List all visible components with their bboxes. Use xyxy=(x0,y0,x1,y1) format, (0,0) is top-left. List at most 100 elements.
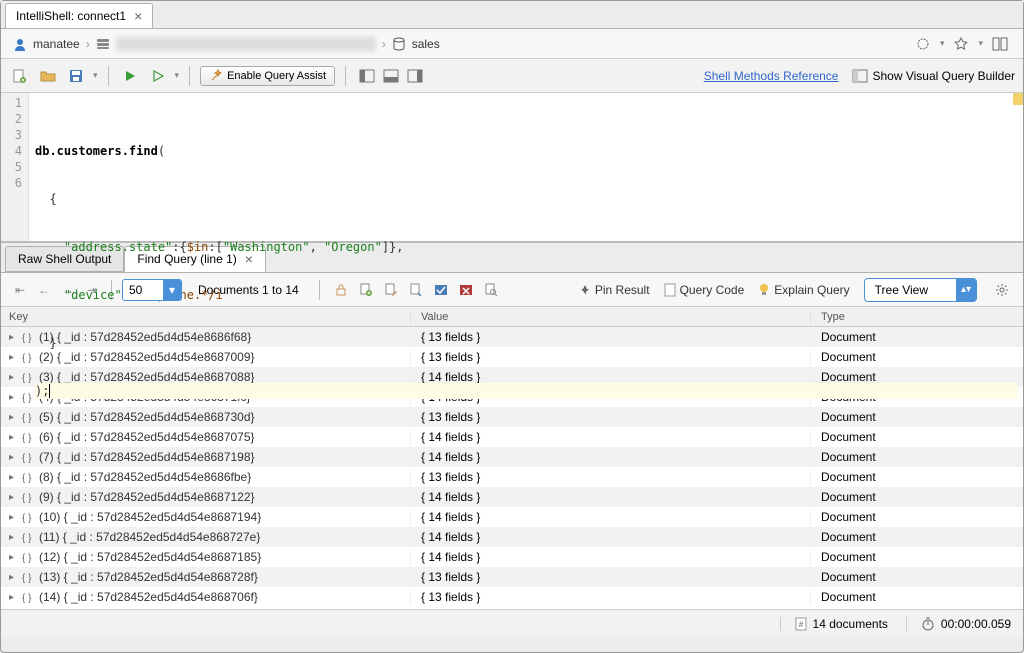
layout-left-icon[interactable] xyxy=(356,65,378,87)
page-size-value: 50 xyxy=(123,283,163,297)
close-icon[interactable]: × xyxy=(134,9,142,23)
expand-icon[interactable]: ▸ xyxy=(9,532,19,543)
document-icon: { } xyxy=(22,351,36,363)
code-area[interactable]: db.customers.find( { "address.state":{$i… xyxy=(29,93,1023,241)
svg-text:{ }: { } xyxy=(22,333,32,343)
database-icon xyxy=(392,37,406,51)
breadcrumb-host[interactable] xyxy=(116,37,376,51)
table-row[interactable]: ▸{ }(11) { _id : 57d28452ed5d4d54e868727… xyxy=(1,527,1023,547)
breadcrumb: manatee › › sales xyxy=(13,37,440,51)
svg-text:{ }: { } xyxy=(22,433,32,443)
svg-text:#: # xyxy=(798,620,803,629)
svg-text:{ }: { } xyxy=(22,393,32,403)
expand-icon[interactable]: ▸ xyxy=(9,572,19,583)
code-editor[interactable]: 1 2 3 4 5 6 db.customers.find( { "addres… xyxy=(1,93,1023,243)
document-icon: { } xyxy=(22,371,36,383)
line-gutter: 1 2 3 4 5 6 xyxy=(1,93,29,241)
count-icon: # xyxy=(795,617,807,631)
visual-query-builder-button[interactable]: Show Visual Query Builder xyxy=(852,69,1015,83)
document-icon: { } xyxy=(22,591,36,603)
page-size-select[interactable]: 50 ▾ xyxy=(122,279,182,301)
svg-text:{ }: { } xyxy=(22,373,32,383)
svg-text:{ }: { } xyxy=(22,413,32,423)
expand-icon[interactable]: ▸ xyxy=(9,352,19,363)
table-row[interactable]: ▸{ }(13) { _id : 57d28452ed5d4d54e868728… xyxy=(1,567,1023,587)
visual-qb-label: Show Visual Query Builder xyxy=(872,69,1015,83)
run-icon[interactable] xyxy=(119,65,141,87)
expand-icon[interactable]: ▸ xyxy=(9,392,19,403)
run-selection-icon[interactable] xyxy=(147,65,169,87)
breadcrumb-bar: manatee › › sales ▾ ▾ xyxy=(1,29,1023,59)
document-icon: { } xyxy=(22,471,36,483)
document-icon: { } xyxy=(22,531,36,543)
document-icon: { } xyxy=(22,331,36,343)
table-row[interactable]: ▸{ }(12) { _id : 57d28452ed5d4d54e868718… xyxy=(1,547,1023,567)
document-icon: { } xyxy=(22,431,36,443)
shell-methods-link[interactable]: Shell Methods Reference xyxy=(704,69,839,83)
svg-text:{ }: { } xyxy=(22,493,32,503)
svg-text:{ }: { } xyxy=(22,533,32,543)
table-row[interactable]: ▸{ }(14) { _id : 57d28452ed5d4d54e868706… xyxy=(1,587,1023,607)
table-row[interactable]: ▸{ }(10) { _id : 57d28452ed5d4d54e868719… xyxy=(1,507,1023,527)
expand-icon[interactable]: ▸ xyxy=(9,412,19,423)
svg-text:{ }: { } xyxy=(22,513,32,523)
status-time: 00:00:00.059 xyxy=(941,617,1011,631)
layout-right-icon[interactable] xyxy=(404,65,426,87)
server-icon xyxy=(96,37,110,51)
document-icon: { } xyxy=(22,411,36,423)
svg-text:{ }: { } xyxy=(22,553,32,563)
open-folder-icon[interactable] xyxy=(37,65,59,87)
star-icon[interactable] xyxy=(950,33,972,55)
expand-icon[interactable]: ▸ xyxy=(9,552,19,563)
document-icon: { } xyxy=(22,451,36,463)
expand-icon[interactable]: ▸ xyxy=(9,332,19,343)
document-icon: { } xyxy=(22,551,36,563)
dropdown-icon[interactable]: ▾ xyxy=(940,38,945,49)
status-bar: # 14 documents 00:00:00.059 xyxy=(1,609,1023,637)
expand-icon[interactable]: ▸ xyxy=(9,492,19,503)
table-row[interactable]: ▸{ }(9) { _id : 57d28452ed5d4d54e8687122… xyxy=(1,487,1023,507)
tab-title: IntelliShell: connect1 xyxy=(16,9,126,23)
enable-query-assist-button[interactable]: Enable Query Assist xyxy=(200,66,335,86)
layout-bottom-icon[interactable] xyxy=(380,65,402,87)
dropdown-icon[interactable]: ▾ xyxy=(93,70,98,81)
chevron-down-icon: ▾ xyxy=(163,280,181,300)
document-icon: { } xyxy=(22,511,36,523)
expand-icon[interactable]: ▸ xyxy=(9,372,19,383)
chevron-right-icon: › xyxy=(382,37,386,51)
wand-icon xyxy=(209,69,223,83)
history-icon[interactable] xyxy=(912,33,934,55)
main-toolbar: ▾ ▾ Enable Query Assist Shell Methods Re… xyxy=(1,59,1023,93)
dropdown-icon[interactable]: ▾ xyxy=(978,38,983,49)
top-tab-strip: IntelliShell: connect1 × xyxy=(1,1,1023,29)
user-icon xyxy=(13,37,27,51)
chevron-right-icon: › xyxy=(86,37,90,51)
scroll-marker xyxy=(1013,93,1023,105)
dropdown-icon[interactable]: ▾ xyxy=(175,70,180,81)
split-view-icon[interactable] xyxy=(989,33,1011,55)
svg-text:{ }: { } xyxy=(22,353,32,363)
document-icon: { } xyxy=(22,391,36,403)
document-icon: { } xyxy=(22,571,36,583)
expand-icon[interactable]: ▸ xyxy=(9,452,19,463)
status-count: 14 documents xyxy=(813,617,888,631)
svg-text:{ }: { } xyxy=(22,473,32,483)
svg-text:{ }: { } xyxy=(22,573,32,583)
expand-icon[interactable]: ▸ xyxy=(9,512,19,523)
qb-icon xyxy=(852,69,868,83)
new-file-icon[interactable] xyxy=(9,65,31,87)
svg-text:{ }: { } xyxy=(22,593,32,603)
table-row[interactable]: ▸{ }(7) { _id : 57d28452ed5d4d54e8687198… xyxy=(1,447,1023,467)
tab-intellishell[interactable]: IntelliShell: connect1 × xyxy=(5,3,153,28)
expand-icon[interactable]: ▸ xyxy=(9,472,19,483)
svg-text:{ }: { } xyxy=(22,453,32,463)
expand-icon[interactable]: ▸ xyxy=(9,592,19,603)
expand-icon[interactable]: ▸ xyxy=(9,432,19,443)
table-row[interactable]: ▸{ }(8) { _id : 57d28452ed5d4d54e8686fbe… xyxy=(1,467,1023,487)
first-page-icon[interactable]: ⇤ xyxy=(11,281,29,299)
breadcrumb-db[interactable]: sales xyxy=(412,37,440,51)
stopwatch-icon xyxy=(921,617,935,631)
breadcrumb-user[interactable]: manatee xyxy=(33,37,80,51)
document-icon: { } xyxy=(22,491,36,503)
save-icon[interactable] xyxy=(65,65,87,87)
